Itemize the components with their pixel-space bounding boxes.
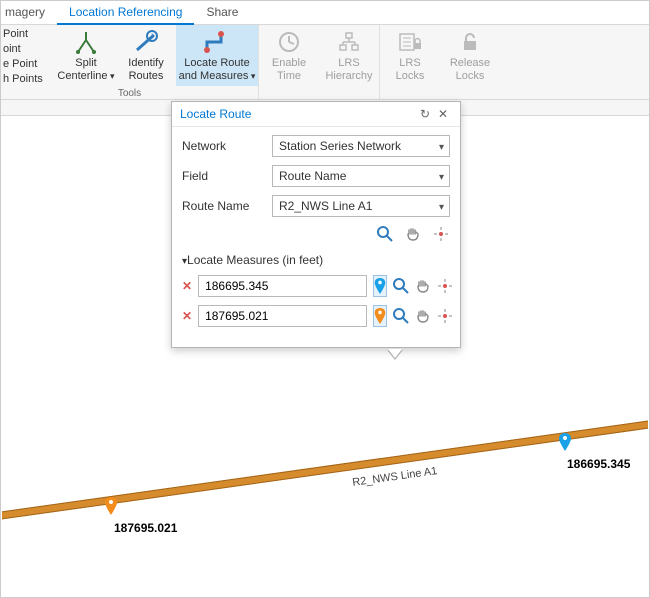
hierarchy-icon (319, 29, 379, 55)
tab-imagery[interactable]: magery (1, 1, 57, 24)
zoom-icon[interactable] (376, 225, 394, 243)
pin-tool-1[interactable] (373, 275, 387, 297)
release-locks-button[interactable]: Release Locks (440, 25, 500, 84)
zoom-icon-2[interactable] (393, 307, 409, 325)
tab-location-referencing[interactable]: Location Referencing (57, 1, 194, 25)
pin-label-1: 186695.345 (567, 457, 630, 471)
point-btn-3[interactable]: e Point (3, 57, 56, 71)
measure-row-2: ✕ (182, 305, 450, 327)
route-name-label: Route Name (182, 199, 272, 213)
remove-measure-1[interactable]: ✕ (182, 279, 192, 293)
network-label: Network (182, 139, 272, 153)
point-btn-4[interactable]: h Points (3, 72, 56, 86)
identify-icon: i (116, 29, 176, 55)
split-centerline-button[interactable]: Split Centerline (56, 25, 116, 86)
lrs-hierarchy-button[interactable]: LRS Hierarchy (319, 25, 379, 84)
locate-route-button[interactable]: Locate Route and Measures (176, 25, 258, 86)
point-btn-2[interactable]: oint (3, 42, 56, 56)
field-label: Field (182, 169, 272, 183)
pan-icon[interactable] (404, 225, 422, 243)
route-polyline[interactable] (2, 411, 648, 525)
pin-label-2: 187695.021 (114, 521, 177, 535)
pin-blue[interactable] (559, 433, 571, 451)
measure-input-2[interactable] (198, 305, 367, 327)
measure-input-1[interactable] (198, 275, 367, 297)
panel-title-text: Locate Route (180, 107, 251, 121)
route-icon (176, 29, 258, 55)
tab-share[interactable]: Share (194, 1, 250, 24)
close-button[interactable]: ✕ (434, 107, 452, 121)
remove-measure-2[interactable]: ✕ (182, 309, 192, 323)
flash-icon-2[interactable] (437, 307, 453, 325)
network-select[interactable]: Station Series Network (272, 135, 450, 157)
point-buttons: Point oint e Point h Points (1, 25, 56, 86)
unlock-icon (440, 29, 500, 55)
svg-text:i: i (151, 32, 153, 41)
enable-time-button[interactable]: Enable Time (259, 25, 319, 84)
split-icon (56, 29, 116, 55)
zoom-icon-1[interactable] (393, 277, 409, 295)
lrs-locks-button[interactable]: LRS Locks (380, 25, 440, 84)
pin-tool-2[interactable] (373, 305, 387, 327)
field-select[interactable]: Route Name (272, 165, 450, 187)
identify-routes-button[interactable]: i Identify Routes (116, 25, 176, 86)
route-name-select[interactable]: R2_NWS Line A1 (272, 195, 450, 217)
refresh-button[interactable]: ↻ (416, 107, 434, 121)
group-label-tools: Tools (1, 86, 258, 101)
lock-list-icon (380, 29, 440, 55)
measures-section-header[interactable]: Locate Measures (in feet) (182, 253, 450, 267)
ribbon-tabs: magery Location Referencing Share (1, 1, 649, 25)
ribbon-body: Point oint e Point h Points Split Center… (1, 25, 649, 100)
route-label: R2_NWS Line A1 (352, 465, 438, 489)
point-btn-1[interactable]: Point (3, 27, 56, 41)
measure-row-1: ✕ (182, 275, 450, 297)
flash-icon-1[interactable] (437, 277, 453, 295)
pan-icon-2[interactable] (415, 307, 431, 325)
pin-orange[interactable] (105, 497, 117, 515)
locate-route-panel: Locate Route ↻ ✕ Network Station Series … (171, 101, 461, 348)
clock-icon (259, 29, 319, 55)
pan-icon-1[interactable] (415, 277, 431, 295)
panel-callout (387, 350, 403, 360)
flash-icon[interactable] (432, 225, 450, 243)
